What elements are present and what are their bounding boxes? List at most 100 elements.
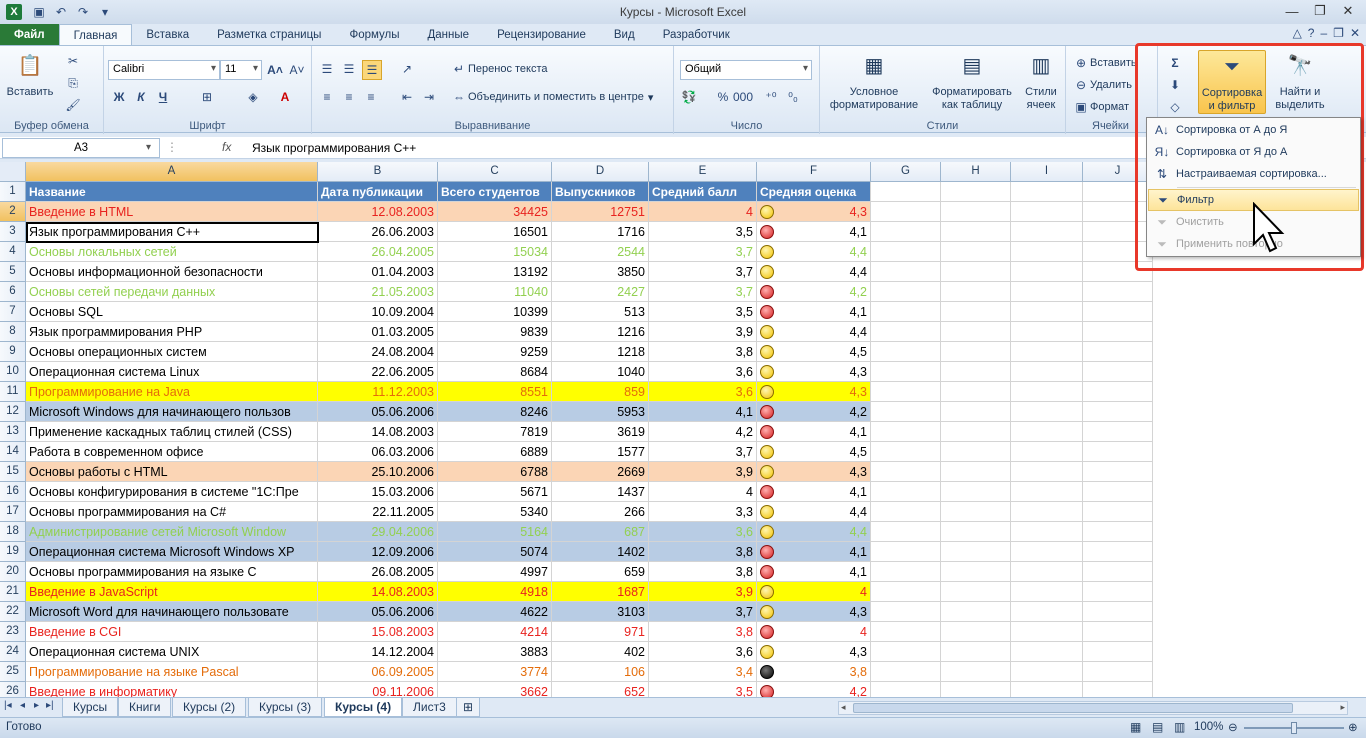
insert-sheet-button[interactable]: ⊞	[456, 698, 481, 717]
cell-grade[interactable]: 4	[757, 622, 871, 642]
empty-cell[interactable]	[941, 242, 1011, 262]
grow-font-button[interactable]: A˄	[266, 61, 284, 79]
row-header[interactable]: 22	[0, 602, 26, 622]
redo-icon[interactable]: ↷	[74, 4, 92, 20]
currency-button[interactable]: 💱	[680, 88, 698, 106]
cell-grads[interactable]: 3850	[552, 262, 649, 282]
empty-cell[interactable]	[1083, 282, 1153, 302]
sheet-tab-kursy-4[interactable]: Курсы (4)	[324, 698, 403, 717]
empty-cell[interactable]	[1011, 442, 1083, 462]
cell-grads[interactable]: 2669	[552, 462, 649, 482]
cell-grads[interactable]: 1402	[552, 542, 649, 562]
decrease-indent-button[interactable]: ⇤	[398, 88, 416, 106]
cell-name[interactable]: Введение в JavaScript	[26, 582, 318, 602]
menu-item-custom-sort[interactable]: ⇅ Настраиваемая сортировка...	[1148, 163, 1359, 185]
empty-cell[interactable]	[1011, 382, 1083, 402]
tab-insert[interactable]: Вставка	[132, 24, 203, 46]
empty-cell[interactable]	[941, 382, 1011, 402]
cell-grads[interactable]: 3619	[552, 422, 649, 442]
menu-item-sort-asc[interactable]: A↓ Сортировка от А до Я	[1148, 119, 1359, 141]
cell-grade[interactable]: 4,1	[757, 482, 871, 502]
empty-cell[interactable]	[941, 402, 1011, 422]
cell-avg[interactable]: 3,8	[649, 562, 757, 582]
empty-cell[interactable]	[1083, 242, 1153, 262]
cell-students[interactable]: 8246	[438, 402, 552, 422]
align-left-button[interactable]: ≡	[318, 88, 336, 106]
empty-cell[interactable]	[941, 362, 1011, 382]
empty-cell[interactable]	[1083, 302, 1153, 322]
cell-students[interactable]: 5340	[438, 502, 552, 522]
empty-cell[interactable]	[871, 522, 941, 542]
cell-grads[interactable]: 12751	[552, 202, 649, 222]
empty-cell[interactable]	[1083, 502, 1153, 522]
cell-avg[interactable]: 4,2	[649, 422, 757, 442]
tab-formulas[interactable]: Формулы	[335, 24, 413, 46]
row-header[interactable]: 9	[0, 342, 26, 362]
row-header[interactable]: 1	[0, 182, 26, 202]
doc-minimize-icon[interactable]: –	[1320, 26, 1327, 40]
row-header[interactable]: 5	[0, 262, 26, 282]
sheet-tab-knigi[interactable]: Книги	[118, 698, 172, 717]
empty-cell[interactable]	[941, 682, 1011, 697]
align-top-button[interactable]: ☰	[318, 60, 336, 78]
row-header[interactable]: 14	[0, 442, 26, 462]
cell-date[interactable]: 26.08.2005	[318, 562, 438, 582]
scroll-right-icon[interactable]: ▸	[1340, 702, 1345, 713]
cell-date[interactable]: 15.08.2003	[318, 622, 438, 642]
cell-date[interactable]: 10.09.2004	[318, 302, 438, 322]
cell-name[interactable]: Язык программирования С++	[26, 222, 318, 242]
cell-avg[interactable]: 3,5	[649, 302, 757, 322]
empty-cell[interactable]	[941, 582, 1011, 602]
row-header[interactable]: 24	[0, 642, 26, 662]
cell-avg[interactable]: 3,9	[649, 582, 757, 602]
cell-styles-button[interactable]: ▥ Стили ячеек	[1018, 50, 1064, 112]
cell-name[interactable]: Основы SQL	[26, 302, 318, 322]
cell-grads[interactable]: 2544	[552, 242, 649, 262]
cell-grade[interactable]: 4,2	[757, 282, 871, 302]
cell-students[interactable]: 4997	[438, 562, 552, 582]
empty-cell[interactable]	[871, 182, 941, 202]
cell-name[interactable]: Основы информационной безопасности	[26, 262, 318, 282]
empty-cell[interactable]	[1011, 482, 1083, 502]
empty-cell[interactable]	[1011, 522, 1083, 542]
cell-date[interactable]: 26.04.2005	[318, 242, 438, 262]
row-header[interactable]: 16	[0, 482, 26, 502]
row-header[interactable]: 15	[0, 462, 26, 482]
empty-cell[interactable]	[941, 442, 1011, 462]
cell-avg[interactable]: 3,6	[649, 642, 757, 662]
empty-cell[interactable]	[1083, 322, 1153, 342]
cell-name[interactable]: Администрирование сетей Microsoft Window	[26, 522, 318, 542]
empty-cell[interactable]	[1083, 562, 1153, 582]
cell-date[interactable]: 09.11.2006	[318, 682, 438, 697]
empty-cell[interactable]	[1083, 262, 1153, 282]
cell-avg[interactable]: 3,7	[649, 242, 757, 262]
cell-students[interactable]: 4622	[438, 602, 552, 622]
autosum-button[interactable]: Σ	[1166, 54, 1184, 72]
empty-cell[interactable]	[871, 222, 941, 242]
close-icon[interactable]: ✕	[1334, 0, 1362, 22]
empty-cell[interactable]	[941, 562, 1011, 582]
tab-home[interactable]: Главная	[58, 24, 133, 46]
formula-input[interactable]: Язык программирования С++	[252, 141, 416, 155]
header-cell[interactable]: Средний балл	[649, 182, 757, 202]
increase-indent-button[interactable]: ⇥	[420, 88, 438, 106]
empty-cell[interactable]	[1011, 262, 1083, 282]
cell-avg[interactable]: 4,1	[649, 402, 757, 422]
wrap-text-button[interactable]: ↵ Перенос текста	[450, 60, 548, 78]
cell-avg[interactable]: 3,9	[649, 322, 757, 342]
empty-cell[interactable]	[941, 482, 1011, 502]
empty-cell[interactable]	[871, 642, 941, 662]
empty-cell[interactable]	[871, 362, 941, 382]
cell-grads[interactable]: 513	[552, 302, 649, 322]
cell-date[interactable]: 21.05.2003	[318, 282, 438, 302]
sheet-tab-list3[interactable]: Лист3	[402, 698, 457, 717]
cell-name[interactable]: Программирование на языке Pascal	[26, 662, 318, 682]
empty-cell[interactable]	[1011, 542, 1083, 562]
empty-cell[interactable]	[1011, 282, 1083, 302]
column-header-e[interactable]: E	[649, 162, 757, 182]
cell-students[interactable]: 9259	[438, 342, 552, 362]
cell-grads[interactable]: 1577	[552, 442, 649, 462]
cell-date[interactable]: 14.12.2004	[318, 642, 438, 662]
cell-name[interactable]: Основы локальных сетей	[26, 242, 318, 262]
cell-name[interactable]: Введение в информатику	[26, 682, 318, 697]
